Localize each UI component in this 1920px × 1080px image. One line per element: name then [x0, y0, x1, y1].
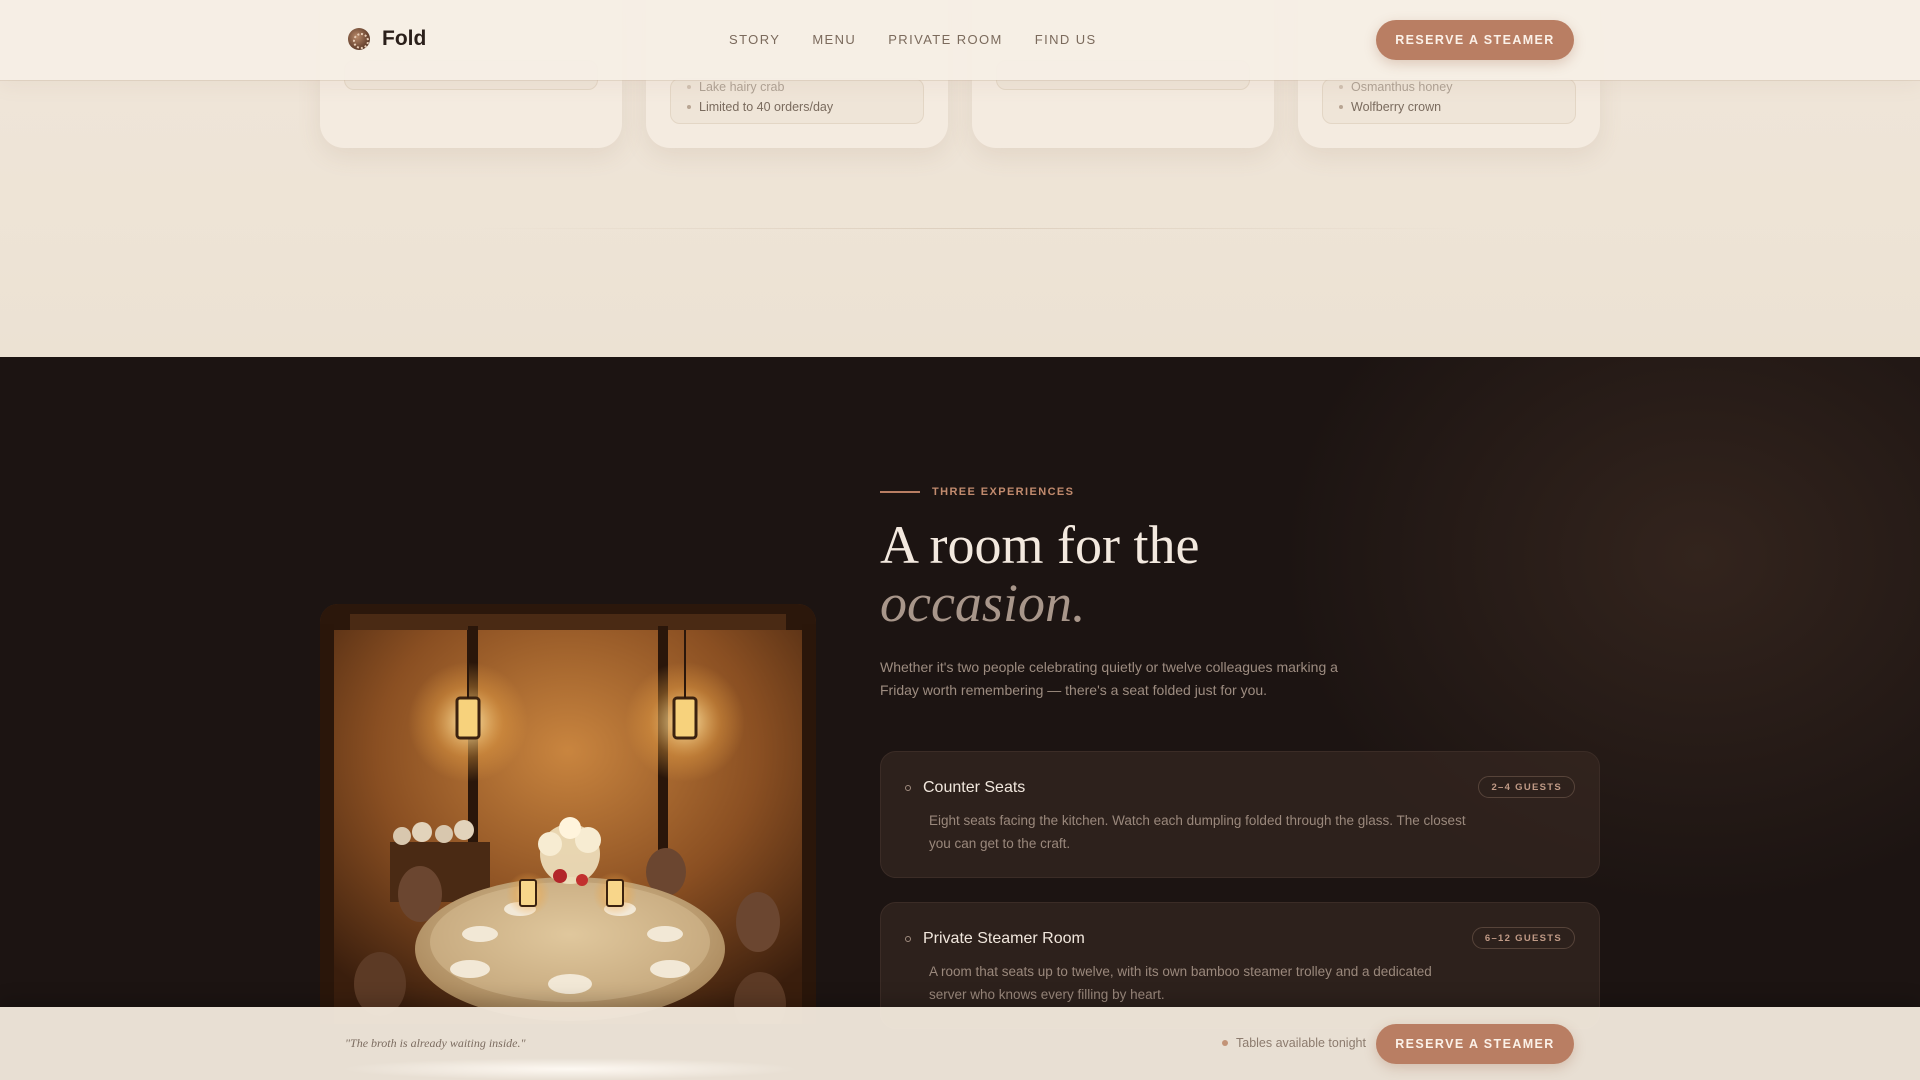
- bullet-icon: [1339, 85, 1343, 89]
- reserve-button-bottom[interactable]: RESERVE A STEAMER: [1376, 1024, 1574, 1064]
- reserve-button[interactable]: RESERVE A STEAMER: [1376, 20, 1574, 60]
- menu-card-features: Osmanthus honey Wolfberry crown: [1322, 78, 1576, 124]
- feature-item: Wolfberry crown: [1339, 97, 1559, 117]
- experience-title: Private Steamer Room: [923, 930, 1085, 947]
- sticky-reserve-bar: "The broth is already waiting inside." T…: [0, 1007, 1920, 1080]
- experience-title-row: Private Steamer Room: [905, 930, 1085, 948]
- bullet-icon: [687, 85, 691, 89]
- nav-private-room[interactable]: PRIVATE ROOM: [888, 32, 1003, 47]
- menu-card-features: Lake hairy crab Limited to 40 orders/day: [670, 78, 924, 124]
- feature-item: Lake hairy crab: [687, 77, 907, 97]
- experience-description: Eight seats facing the kitchen. Watch ea…: [929, 813, 1466, 851]
- bar-quote: "The broth is already waiting inside.": [345, 1036, 526, 1050]
- brand-name: Fold: [382, 27, 427, 50]
- feature-item: Limited to 40 orders/day: [687, 97, 907, 117]
- bar-glow: [340, 1058, 800, 1080]
- brand-logo[interactable]: Fold: [348, 27, 426, 51]
- availability-status: Tables available tonight: [1222, 1036, 1366, 1050]
- dumpling-logo-icon: [348, 28, 370, 50]
- guests-badge: 6–12 GUESTS: [1471, 927, 1575, 949]
- eyebrow-line: [880, 491, 920, 493]
- ring-bullet-icon: [905, 785, 911, 791]
- experience-description: A room that seats up to twelve, with its…: [929, 964, 1432, 1002]
- bullet-icon: [687, 105, 691, 109]
- private-room-photo: [320, 604, 816, 1024]
- guests-badge: 2–4 GUESTS: [1478, 776, 1575, 798]
- experience-title: Counter Seats: [923, 779, 1026, 796]
- status-dot-icon: [1222, 1040, 1228, 1046]
- ring-bullet-icon: [905, 936, 911, 942]
- feature-item: Osmanthus honey: [1339, 77, 1559, 97]
- experience-title-row: Counter Seats: [905, 779, 1025, 797]
- headline-emphasis: occasion.: [880, 573, 1086, 633]
- section-eyebrow: THREE EXPERIENCES: [880, 486, 1074, 498]
- nav-find-us[interactable]: FIND US: [1035, 32, 1097, 47]
- private-room-illustration: [320, 604, 816, 1024]
- main-nav: STORY MENU PRIVATE ROOM FIND US: [729, 32, 1097, 47]
- nav-story[interactable]: STORY: [729, 32, 780, 47]
- section-divider: [480, 228, 1460, 229]
- section-lede: Whether it's two people celebrating quie…: [880, 659, 1338, 698]
- experience-card-counter[interactable]: Counter Seats 2–4 GUESTS Eight seats fac…: [880, 751, 1600, 878]
- nav-menu[interactable]: MENU: [812, 32, 856, 47]
- site-header: Fold STORY MENU PRIVATE ROOM FIND US RES…: [0, 0, 1920, 80]
- bullet-icon: [1339, 105, 1343, 109]
- section-headline: A room for the occasion.: [880, 516, 1480, 632]
